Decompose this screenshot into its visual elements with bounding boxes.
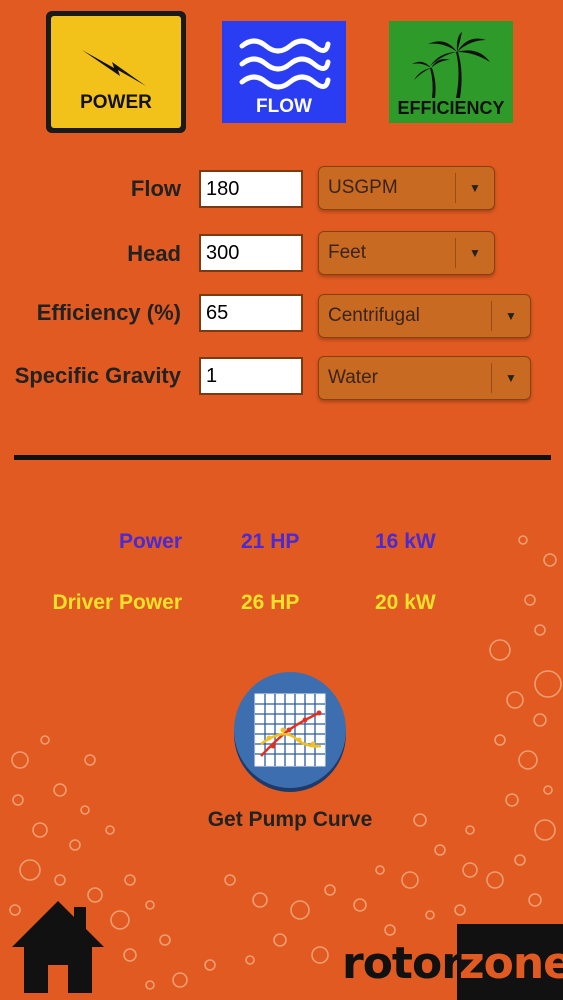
driver-power-hp-value: 26 HP: [241, 591, 300, 614]
head-label: Head: [127, 241, 181, 266]
lightning-bolt-icon: [82, 50, 146, 86]
flow-unit-value: USGPM: [328, 177, 398, 198]
chevron-down-icon: ▼: [491, 363, 530, 393]
tab-flow[interactable]: FLOW: [222, 21, 346, 123]
tab-power[interactable]: POWER: [46, 11, 186, 133]
fluid-value: Water: [328, 367, 378, 388]
efficiency-input[interactable]: [199, 294, 303, 332]
fluid-select[interactable]: Water ▼: [318, 356, 531, 400]
bubble-background: [9, 535, 562, 990]
tab-efficiency[interactable]: EFFICIENCY: [389, 21, 513, 123]
pump-type-select[interactable]: Centrifugal ▼: [318, 294, 531, 338]
head-unit-select[interactable]: Feet ▼: [318, 231, 495, 275]
rotorzone-logo: rotor zone: [342, 922, 563, 1000]
flow-unit-select[interactable]: USGPM ▼: [318, 166, 495, 210]
head-input[interactable]: [199, 234, 303, 272]
tab-efficiency-label: EFFICIENCY: [397, 98, 505, 118]
flow-label: Flow: [130, 176, 181, 201]
chevron-down-icon: ▼: [491, 301, 530, 331]
driver-power-kw-value: 20 kW: [375, 591, 436, 614]
pump-type-value: Centrifugal: [328, 305, 420, 326]
brand-text-zone: zone: [459, 938, 563, 989]
power-hp-value: 21 HP: [241, 530, 300, 553]
palm-trees-icon: [412, 32, 490, 98]
chevron-down-icon: ▼: [455, 173, 494, 203]
specific-gravity-label: Specific Gravity: [14, 363, 181, 388]
driver-power-label: Driver Power: [52, 591, 182, 614]
divider: [14, 455, 551, 460]
flow-input[interactable]: [199, 170, 303, 208]
efficiency-label: Efficiency (%): [36, 300, 181, 325]
tab-power-label: POWER: [80, 92, 152, 113]
water-waves-icon: [239, 38, 331, 90]
home-icon[interactable]: [8, 895, 108, 995]
chart-grid-icon: [254, 693, 326, 767]
specific-gravity-input[interactable]: [199, 357, 303, 395]
brand-text-rotor: rotor: [342, 938, 463, 989]
pump-curve-button[interactable]: [233, 668, 347, 794]
pump-curve-label: Get Pump Curve: [207, 808, 373, 831]
power-kw-value: 16 kW: [375, 530, 436, 553]
tab-flow-label: FLOW: [256, 96, 312, 117]
power-result-label: Power: [118, 530, 182, 553]
head-unit-value: Feet: [328, 242, 367, 263]
chevron-down-icon: ▼: [455, 238, 494, 268]
